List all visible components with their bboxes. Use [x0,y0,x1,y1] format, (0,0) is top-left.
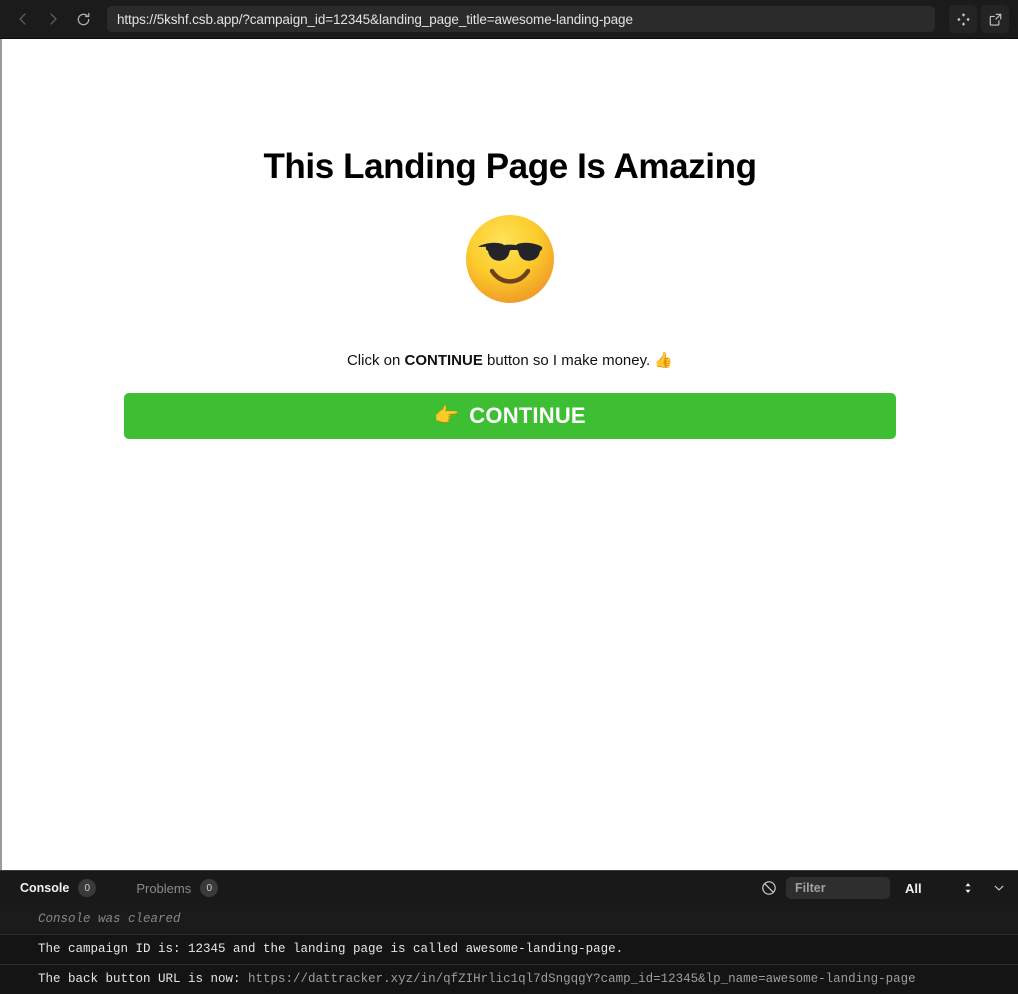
back-button[interactable] [8,5,38,33]
tab-problems[interactable]: Problems 0 [116,871,238,905]
tagline-strong: CONTINUE [404,352,483,369]
console-panel: Console 0 Problems 0 All [0,870,1018,994]
console-level-label: All [905,880,922,896]
console-tabs: Console 0 Problems 0 [0,871,238,905]
chevron-left-icon [19,13,26,25]
responsive-mode-button[interactable] [949,5,977,33]
url-text: https://5kshf.csb.app/?campaign_id=12345… [117,11,633,27]
up-down-arrows-icon [965,883,971,893]
console-log-back-url-text: The back button URL is now: [38,972,249,986]
four-diamonds-icon [956,12,970,26]
console-level-select[interactable]: All [899,877,979,899]
console-log-cleared: Console was cleared [0,905,1018,934]
console-log-back-url: The back button URL is now: https://datt… [0,964,1018,994]
tab-problems-badge: 0 [200,879,219,897]
tab-console-label: Console [20,881,70,895]
landing-page-content: This Landing Page Is Amazing Click on CO… [2,39,1018,439]
smiling-face-with-sunglasses-icon [2,213,1018,305]
tagline-prefix: Click on [346,352,405,369]
pointing-right-icon: 👉 [434,405,460,427]
tab-console-badge: 0 [78,879,97,897]
address-bar[interactable]: https://5kshf.csb.app/?campaign_id=12345… [107,6,935,32]
tab-console[interactable]: Console 0 [0,871,116,905]
open-in-new-window-button[interactable] [981,5,1009,33]
cta-instruction-text: Click on CONTINUE button so I make money… [2,351,1018,369]
browser-preview-window: https://5kshf.csb.app/?campaign_id=12345… [0,0,1018,994]
page-title: This Landing Page Is Amazing [263,147,757,186]
console-filter-input[interactable] [786,877,890,899]
clear-console-button[interactable] [761,880,777,896]
browser-toolbar: https://5kshf.csb.app/?campaign_id=12345… [0,0,1018,39]
open-in-new-window-icon [989,13,1001,26]
continue-button[interactable]: 👉 CONTINUE [124,393,896,439]
reload-button[interactable] [68,5,98,33]
reload-icon [77,12,89,25]
console-log-campaign: The campaign ID is: 12345 and the landin… [0,934,1018,964]
tagline-suffix: button so I make money. [482,352,655,369]
continue-button-label: CONTINUE [469,403,586,428]
tab-problems-label: Problems [136,880,192,896]
console-controls: All [761,877,1010,899]
console-log-back-url-link[interactable]: https://dattracker.xyz/in/qfZIHrlic1ql7d… [248,972,916,986]
console-expand-button[interactable] [988,877,1010,899]
chevron-down-icon [994,885,1004,891]
chevron-right-icon [50,13,57,25]
clear-console-icon [762,881,776,895]
cta-container: 👉 CONTINUE [2,393,1018,439]
thumbs-up-icon: 👍 [654,352,674,369]
console-toolbar: Console 0 Problems 0 All [0,871,1018,905]
page-canvas: This Landing Page Is Amazing Click on CO… [0,39,1018,870]
console-log-list: Console was cleared The campaign ID is: … [0,905,1018,994]
forward-button[interactable] [38,5,68,33]
